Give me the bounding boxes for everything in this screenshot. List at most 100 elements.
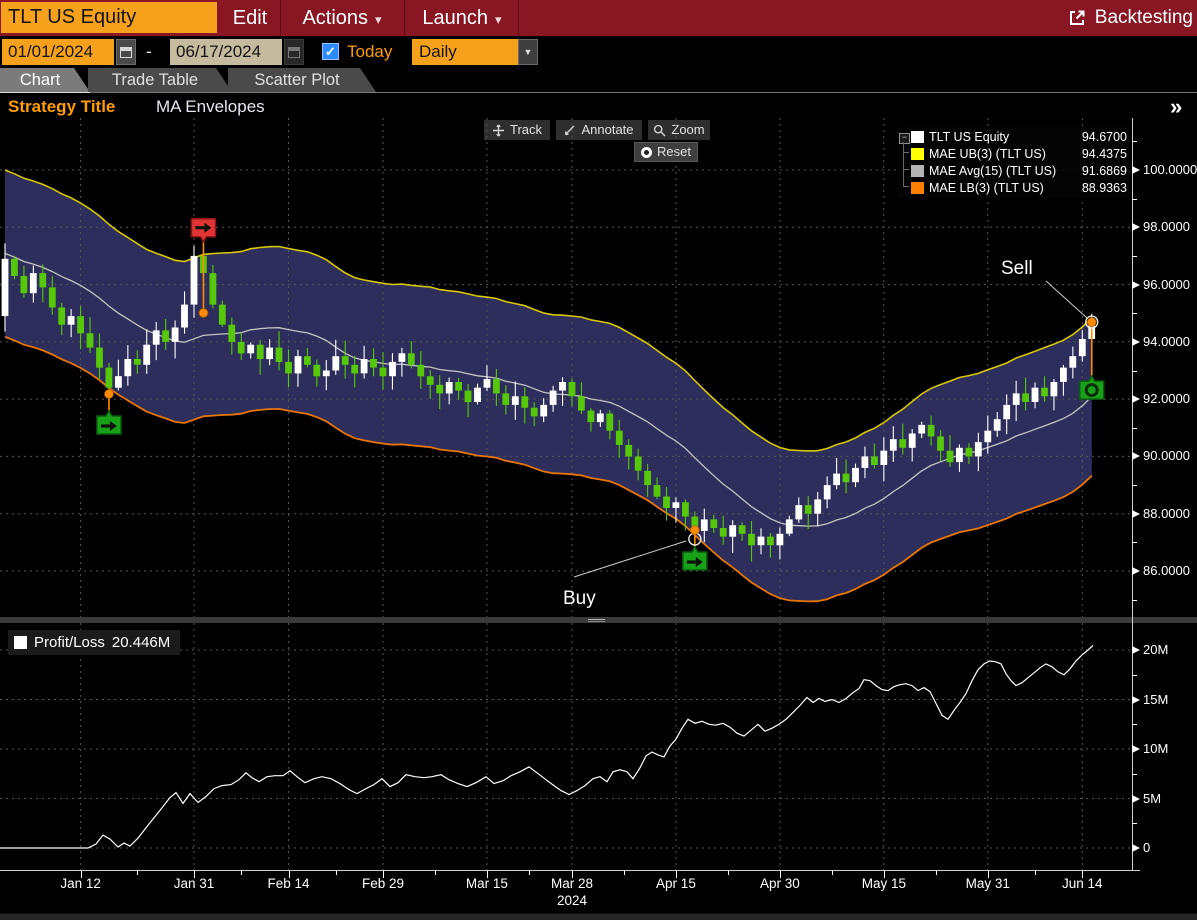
time-minor-tick bbox=[529, 871, 530, 875]
actions-menu[interactable]: Actions▾ bbox=[284, 0, 400, 36]
pl-axis-label: 20M bbox=[1143, 642, 1168, 658]
tab-chart[interactable]: Chart bbox=[0, 68, 90, 92]
pl-legend-label: Profit/Loss bbox=[34, 634, 105, 651]
time-axis-label: Jun 14 bbox=[1047, 876, 1117, 891]
pl-tick-arrow bbox=[1132, 844, 1140, 852]
pl-tick-arrow bbox=[1132, 646, 1140, 654]
legend-item-upper-band[interactable]: MAE UB(3) (TLT US) 94.4375 bbox=[897, 146, 1130, 162]
dropdown-caret-button[interactable]: ▼ bbox=[518, 39, 538, 65]
price-axis-label: 96.0000 bbox=[1143, 277, 1190, 293]
legend-label: MAE Avg(15) (TLT US) bbox=[929, 164, 1056, 178]
calendar-icon bbox=[120, 47, 132, 58]
time-minor-tick bbox=[137, 871, 138, 875]
execution-dot bbox=[199, 309, 208, 318]
legend-item-price[interactable]: TLT US Equity 94.6700 bbox=[897, 129, 1130, 145]
legend-value: 91.6869 bbox=[1082, 164, 1127, 178]
legend-label: MAE LB(3) (TLT US) bbox=[929, 181, 1044, 195]
profit-loss-line bbox=[0, 646, 1093, 849]
legend-label: TLT US Equity bbox=[929, 130, 1009, 144]
legend-value: 94.6700 bbox=[1082, 130, 1127, 144]
pl-gridlines bbox=[0, 623, 1132, 870]
start-date-calendar-button[interactable] bbox=[116, 39, 136, 65]
pl-axis-label: 5M bbox=[1143, 791, 1161, 807]
series-swatch bbox=[911, 182, 924, 194]
backtesting-button[interactable]: Backtesting bbox=[1068, 0, 1193, 36]
pl-axis-label: 0 bbox=[1143, 840, 1150, 856]
tab-scatter-plot[interactable]: Scatter Plot bbox=[228, 68, 376, 92]
today-label: Today bbox=[347, 39, 392, 65]
buy-marker bbox=[97, 390, 121, 434]
time-minor-tick bbox=[1035, 871, 1036, 875]
price-tick-arrow bbox=[1132, 510, 1140, 518]
period-dropdown[interactable]: Daily bbox=[412, 39, 518, 65]
time-minor-tick bbox=[624, 871, 625, 875]
time-minor-tick bbox=[241, 871, 242, 875]
strategy-title-label: Strategy Title bbox=[8, 97, 115, 117]
launch-menu[interactable]: Launch▾ bbox=[408, 0, 516, 36]
price-axis-label: 98.0000 bbox=[1143, 219, 1190, 235]
legend-item-average[interactable]: MAE Avg(15) (TLT US) 91.6869 bbox=[897, 163, 1130, 179]
start-date-input[interactable]: 01/01/2024 bbox=[2, 39, 114, 65]
price-minor-tick bbox=[1132, 600, 1137, 601]
ticker-input[interactable]: TLT US Equity bbox=[1, 2, 217, 33]
pl-axis-label: 10M bbox=[1143, 741, 1168, 757]
expand-panel-chevrons[interactable]: » bbox=[1170, 94, 1180, 120]
header-divider bbox=[280, 0, 281, 36]
time-axis-label: Apr 30 bbox=[745, 876, 815, 891]
time-axis-label: Jan 31 bbox=[159, 876, 229, 891]
series-swatch bbox=[911, 165, 924, 177]
tab-underline bbox=[90, 92, 1197, 93]
buy-marker: Buy bbox=[563, 526, 707, 609]
bottom-scroll-strip[interactable] bbox=[0, 913, 1197, 920]
time-axis-label: Mar 15 bbox=[452, 876, 522, 891]
price-tick-arrow bbox=[1132, 567, 1140, 575]
pl-tick-arrow bbox=[1132, 696, 1140, 704]
price-axis-label: 88.0000 bbox=[1143, 506, 1190, 522]
legend-value: 88.9363 bbox=[1082, 181, 1127, 195]
time-axis-label: Feb 14 bbox=[254, 876, 324, 891]
price-axis-label: 90.0000 bbox=[1143, 448, 1190, 464]
pl-legend-value: 20.446M bbox=[112, 634, 170, 651]
pl-tick-arrow bbox=[1132, 795, 1140, 803]
time-axis-label: Mar 28 bbox=[537, 876, 607, 891]
price-tick-arrow bbox=[1132, 223, 1140, 231]
price-tick-arrow bbox=[1132, 338, 1140, 346]
price-minor-tick bbox=[1132, 542, 1137, 543]
price-tick-arrow bbox=[1132, 395, 1140, 403]
execution-dot bbox=[1087, 318, 1096, 327]
time-axis-label: Jan 12 bbox=[46, 876, 116, 891]
legend-value: 94.4375 bbox=[1082, 147, 1127, 161]
price-tick-arrow bbox=[1132, 452, 1140, 460]
strategy-name: MA Envelopes bbox=[156, 97, 265, 117]
trade-annotation-text: Sell bbox=[1001, 258, 1033, 279]
price-tick-arrow bbox=[1132, 166, 1140, 174]
price-minor-tick bbox=[1132, 313, 1137, 314]
end-date-input[interactable]: 06/17/2024 bbox=[170, 39, 282, 65]
calendar-icon bbox=[288, 47, 300, 58]
legend-item-lower-band[interactable]: MAE LB(3) (TLT US) 88.9363 bbox=[897, 180, 1130, 196]
panel-resize-handle-line bbox=[588, 621, 605, 622]
end-date-calendar-button[interactable] bbox=[284, 39, 304, 65]
pl-minor-tick bbox=[1132, 724, 1137, 725]
active-tab-underline bbox=[0, 92, 90, 93]
price-minor-tick bbox=[1132, 485, 1137, 486]
today-checkbox[interactable]: ✓ bbox=[322, 43, 339, 60]
price-axis-label: 92.0000 bbox=[1143, 391, 1190, 407]
price-axis-label: 100.0000 bbox=[1143, 162, 1197, 178]
pl-legend[interactable]: Profit/Loss 20.446M bbox=[8, 630, 180, 655]
execution-dot bbox=[105, 390, 114, 399]
price-axis-label: 94.0000 bbox=[1143, 334, 1190, 350]
date-range-separator: - bbox=[146, 39, 152, 65]
time-axis-label: Apr 15 bbox=[641, 876, 711, 891]
time-axis-label: Feb 29 bbox=[348, 876, 418, 891]
edit-menu[interactable]: Edit bbox=[222, 0, 278, 36]
title-bar: TLT US Equity Edit Actions▾ Launch▾ Back… bbox=[0, 0, 1197, 36]
chevron-down-icon: ▾ bbox=[495, 12, 502, 27]
panel-resize-handle[interactable] bbox=[588, 619, 605, 620]
export-icon bbox=[1068, 9, 1086, 27]
time-axis-label: May 31 bbox=[953, 876, 1023, 891]
time-axis-line bbox=[0, 870, 1140, 871]
trade-annotation-text: Buy bbox=[563, 588, 596, 609]
price-axis-label: 86.0000 bbox=[1143, 563, 1190, 579]
tab-trade-table[interactable]: Trade Table bbox=[88, 68, 232, 92]
